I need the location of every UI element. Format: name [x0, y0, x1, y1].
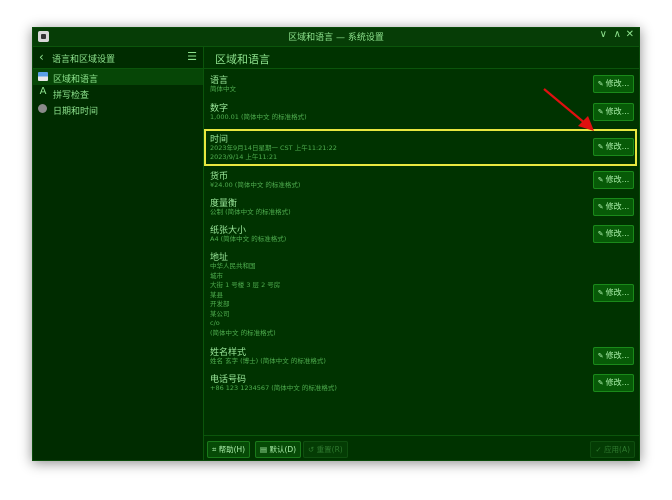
button-label: 修改... [605, 79, 630, 88]
row-measurement: 度量衡 公制 (简体中文 的标准格式) ✎ 修改... [204, 196, 639, 218]
reset-button[interactable]: ↺ 重置(R) [303, 441, 348, 458]
button-label: 应用(A) [604, 445, 630, 454]
modify-address-button[interactable]: ✎ 修改... [593, 284, 634, 302]
flag-icon [38, 72, 48, 81]
row-value: 开发部 [210, 300, 230, 308]
titlebar: 区域和语言 — 系统设置 ∨ ∧ ✕ [33, 28, 639, 47]
arrow-shaft [543, 88, 587, 125]
row-name-style: 姓名样式 姓名 玄字 (博士) (简体中文 的标准格式) ✎ 修改... [204, 345, 639, 367]
modify-time-button[interactable]: ✎ 修改... [593, 138, 634, 156]
defaults-button[interactable]: ▤ 默认(D) [255, 441, 302, 458]
row-value: 某公司 [210, 309, 230, 318]
button-label: 修改... [605, 107, 630, 116]
help-icon: ⌗ [212, 445, 219, 454]
button-label: 修改... [605, 288, 630, 297]
sidebar-title: 语言和区域设置 [52, 55, 116, 65]
window-title: 区域和语言 — 系统设置 [288, 33, 384, 43]
row-value: 简体中文 [210, 85, 236, 93]
minimize-icon[interactable]: ∨ [600, 29, 607, 40]
row-value: 姓名 玄字 (博士) (简体中文 的标准格式) [210, 357, 326, 365]
modify-currency-button[interactable]: ✎ 修改... [593, 171, 634, 189]
main-header: 区域和语言 [204, 47, 639, 69]
row-value: 2023/9/14 上午11:21 [210, 153, 278, 161]
sidebar-item-label: 区域和语言 [53, 75, 99, 85]
edit-icon: ✎ [597, 203, 604, 211]
edit-icon: ✎ [597, 176, 604, 184]
row-value: A4 (简体中文 的标准格式) [210, 235, 287, 243]
edit-icon: ✎ [597, 352, 604, 360]
row-value: c/o [210, 319, 220, 327]
row-value: 城市 [210, 271, 223, 280]
maximize-icon[interactable]: ∧ [614, 29, 621, 40]
check-icon: ✓ [595, 445, 605, 454]
button-label: 修改... [605, 229, 630, 238]
row-value: 公制 (简体中文 的标准格式) [210, 208, 291, 216]
edit-icon: ✎ [597, 143, 604, 151]
undo-icon: ↺ [308, 445, 317, 454]
row-value: 大街 1 号楼 3 层 2 号房 [210, 281, 281, 289]
clock-icon [38, 104, 47, 113]
modify-name-style-button[interactable]: ✎ 修改... [593, 347, 634, 365]
chevron-left-icon[interactable]: ‹ [39, 50, 44, 64]
row-value: 1,000.01 (简体中文 的标准格式) [210, 113, 307, 121]
row-address: 地址 中华人民共和国 城市 大街 1 号楼 3 层 2 号房 某县 开发部 某公… [204, 250, 639, 342]
button-label: 修改... [605, 142, 630, 151]
sidebar-item-datetime[interactable]: 日期和时间 [33, 101, 203, 117]
row-value: ¥24.00 (简体中文 的标准格式) [210, 181, 301, 189]
close-icon[interactable]: ✕ [626, 29, 634, 40]
row-time: 时间 2023年9月14日星期一 CST 上午11:21:22 2023/9/1… [204, 132, 639, 164]
row-value: +86 123 1234567 (简体中文 的标准格式) [210, 384, 337, 392]
edit-icon: ✎ [597, 379, 604, 387]
row-paper-size: 纸张大小 A4 (简体中文 的标准格式) ✎ 修改... [204, 223, 639, 245]
edit-icon: ✎ [597, 289, 604, 297]
row-currency: 货币 ¥24.00 (简体中文 的标准格式) ✎ 修改... [204, 169, 639, 191]
spellcheck-icon: A [39, 86, 47, 97]
sidebar-item-label: 日期和时间 [53, 107, 99, 117]
button-label: 修改... [605, 351, 630, 360]
button-label: 修改... [605, 175, 630, 184]
sidebar: ‹ 语言和区域设置 ☰ 区域和语言 A 拼写检查 日期和时间 [33, 47, 204, 460]
sidebar-item-spellcheck[interactable]: A 拼写检查 [33, 85, 203, 101]
help-button[interactable]: ⌗ 帮助(H) [207, 441, 251, 458]
hamburger-icon[interactable]: ☰ [187, 50, 197, 63]
sidebar-header: ‹ 语言和区域设置 ☰ [33, 47, 203, 69]
apply-button[interactable]: ✓ 应用(A) [590, 441, 635, 458]
button-label: 帮助(H) [218, 445, 246, 454]
row-value: (简体中文 的标准格式) [210, 328, 276, 337]
sidebar-item-label: 拼写检查 [53, 91, 90, 101]
row-value: 中华人民共和国 [210, 262, 256, 270]
modify-paper-size-button[interactable]: ✎ 修改... [593, 225, 634, 243]
page-title: 区域和语言 [215, 53, 270, 66]
sidebar-item-region-language[interactable]: 区域和语言 [33, 69, 203, 85]
button-label: 修改... [605, 378, 630, 387]
button-label: 修改... [605, 202, 630, 211]
modify-measurement-button[interactable]: ✎ 修改... [593, 198, 634, 216]
row-phone: 电话号码 +86 123 1234567 (简体中文 的标准格式) ✎ 修改... [204, 372, 639, 394]
edit-icon: ✎ [597, 230, 604, 238]
modify-phone-button[interactable]: ✎ 修改... [593, 374, 634, 392]
row-value: 某县 [210, 290, 223, 299]
button-label: 重置(R) [316, 445, 343, 454]
button-label: 默认(D) [269, 445, 297, 454]
red-arrow-annotation [543, 88, 594, 131]
